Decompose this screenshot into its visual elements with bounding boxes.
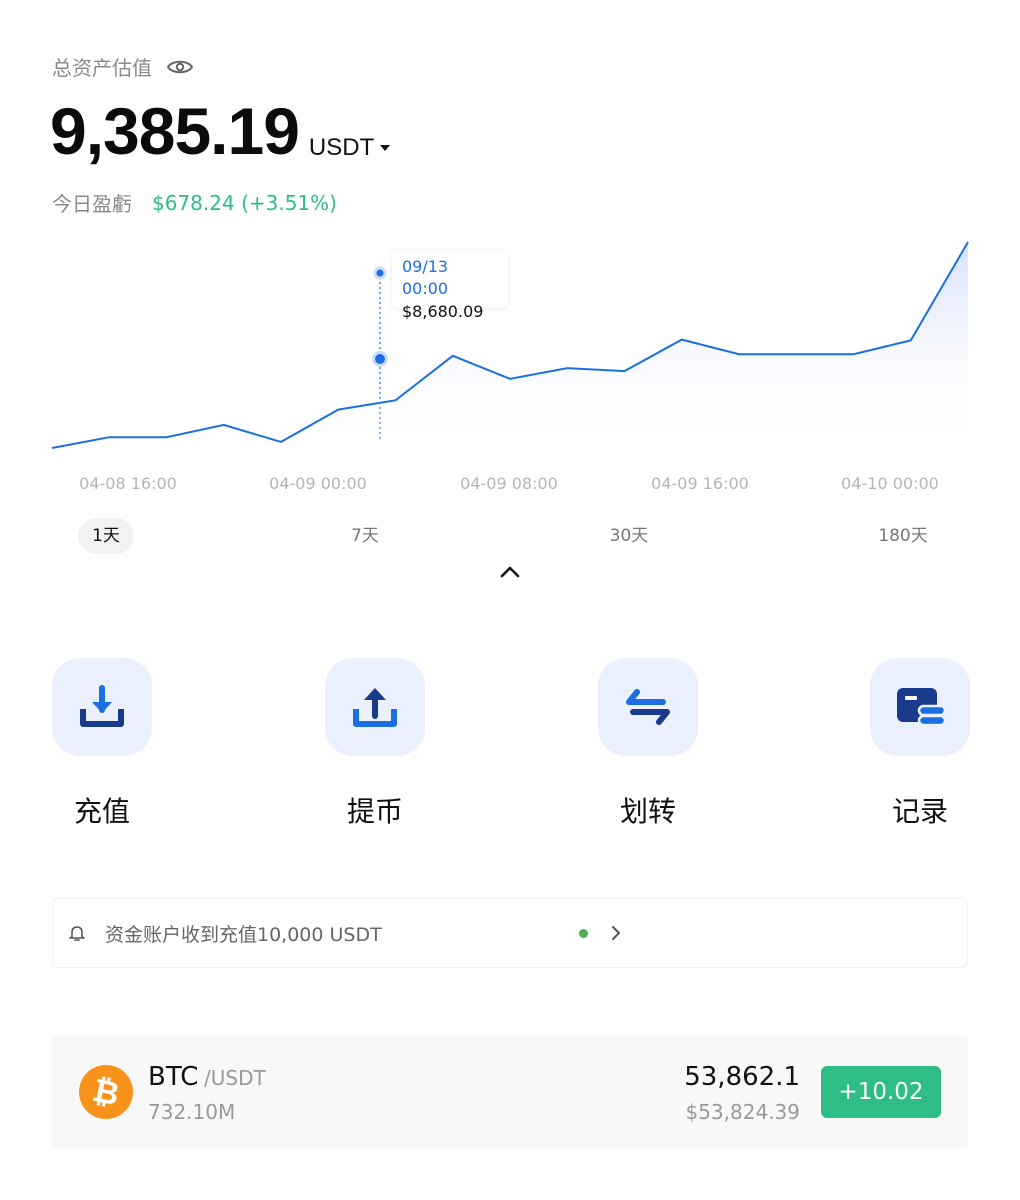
x-tick-label: 04-08 16:00 xyxy=(79,474,177,493)
caret-down-icon xyxy=(380,145,391,151)
asset-chart[interactable] xyxy=(0,225,1020,505)
notification-text: 资金账户收到充值10,000 USDT xyxy=(105,923,382,946)
chart-area xyxy=(52,242,968,455)
records-icon-bg xyxy=(870,658,970,756)
today-pnl: 今日盈虧 $678.24 (+3.51%) xyxy=(52,188,337,217)
pnl-label: 今日盈虧 xyxy=(52,192,132,216)
total-assets-header: 总资产估值 xyxy=(52,52,194,81)
total-assets-label: 总资产估值 xyxy=(52,56,152,80)
notification-banner[interactable]: 资金账户收到充值10,000 USDT xyxy=(52,898,968,968)
x-tick-label: 04-10 00:00 xyxy=(841,474,939,493)
deposit-button[interactable]: 充值 xyxy=(52,658,152,830)
x-tick-label: 04-09 08:00 xyxy=(460,474,558,493)
records-label: 记录 xyxy=(891,795,948,828)
transfer-button[interactable]: 划转 xyxy=(598,658,698,830)
tab-30d[interactable]: 30天 xyxy=(596,518,663,554)
coin-symbol: BTC xyxy=(148,1062,199,1092)
deposit-icon-bg xyxy=(52,658,152,756)
currency-label: USDT xyxy=(308,134,375,161)
deposit-label: 充值 xyxy=(73,795,130,828)
bell-icon xyxy=(69,926,85,941)
transfer-icon xyxy=(626,689,670,725)
eye-icon[interactable] xyxy=(166,57,194,77)
total-balance: 9,385.19 USDT xyxy=(50,94,391,168)
coin-quote: /USDT xyxy=(204,1066,266,1090)
withdraw-label: 提币 xyxy=(346,795,403,828)
quick-actions: 充值 提币 划转 记录 xyxy=(0,658,1020,838)
x-tick-label: 04-09 16:00 xyxy=(651,474,749,493)
pnl-value: $678.24 (+3.51%) xyxy=(152,190,337,215)
transfer-icon-bg xyxy=(598,658,698,756)
tooltip-date: 09/13 00:00 xyxy=(402,257,449,298)
tooltip-value: $8,680.09 xyxy=(402,302,484,321)
bitcoin-icon: ₿ xyxy=(79,1065,133,1119)
balance-value: 9,385.19 xyxy=(50,94,300,168)
market-row-btc[interactable]: ₿ BTC /USDT 732.10M 53,862.1 $53,824.39 … xyxy=(52,1036,968,1148)
change-button[interactable]: +10.02 xyxy=(821,1066,941,1118)
chart-tooltip: 09/13 00:00 $8,680.09 xyxy=(392,250,508,321)
currency-selector[interactable]: USDT xyxy=(308,134,391,162)
withdraw-icon-bg xyxy=(325,658,425,756)
x-tick-label: 04-09 00:00 xyxy=(269,474,367,493)
tab-7d[interactable]: 7天 xyxy=(337,518,393,554)
x-axis-labels: 04-08 16:00 04-09 00:00 04-09 08:00 04-0… xyxy=(0,474,1020,498)
records-icon xyxy=(897,688,947,727)
time-range-tabs: 1天 7天 30天 180天 xyxy=(0,518,1020,554)
records-button[interactable]: 记录 xyxy=(870,658,970,830)
tab-1d[interactable]: 1天 xyxy=(78,518,134,554)
withdraw-icon xyxy=(353,688,397,727)
deposit-icon xyxy=(80,685,124,727)
coin-fiat-price: $53,824.39 xyxy=(685,1100,800,1124)
coin-price: 53,862.1 xyxy=(684,1062,800,1092)
chevron-up-icon[interactable] xyxy=(499,564,521,580)
chevron-right-icon[interactable] xyxy=(609,923,623,943)
coin-volume: 732.10M xyxy=(148,1100,236,1124)
unread-dot-icon xyxy=(579,929,588,938)
withdraw-button[interactable]: 提币 xyxy=(325,658,425,830)
crosshair-marker xyxy=(372,351,388,367)
transfer-label: 划转 xyxy=(619,795,676,828)
tab-180d[interactable]: 180天 xyxy=(864,518,941,554)
crosshair-top-dot xyxy=(373,266,387,280)
